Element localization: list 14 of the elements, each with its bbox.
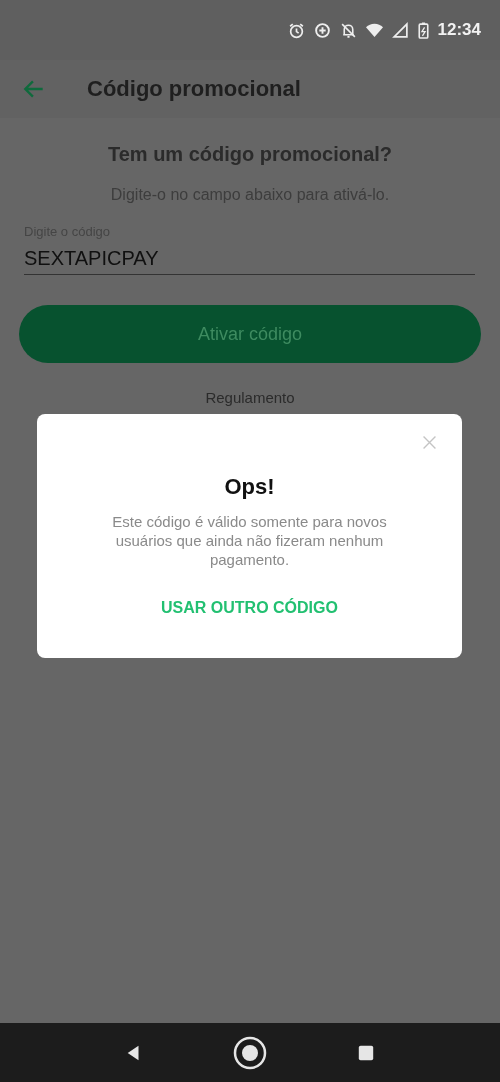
muted-bell-icon <box>339 21 357 39</box>
clock-time: 12:34 <box>437 20 481 40</box>
alarm-icon <box>287 21 305 39</box>
recents-icon[interactable] <box>357 1043 375 1062</box>
signal-icon <box>391 21 409 39</box>
heading: Tem um código promocional? <box>107 143 393 166</box>
battery-icon <box>417 21 429 39</box>
activate-code-button[interactable]: Ativar código <box>19 305 481 363</box>
home-icon[interactable] <box>233 1035 267 1070</box>
dialog-message: Este código é válido somente para novos usuários que ainda não fizeram nenhum pagamento. <box>111 512 388 569</box>
screen-title: Código promocional <box>87 76 301 102</box>
rules-link[interactable]: Regulamento <box>205 389 295 406</box>
wifi-icon <box>365 21 383 39</box>
dialog-title: Ops! <box>224 474 275 500</box>
